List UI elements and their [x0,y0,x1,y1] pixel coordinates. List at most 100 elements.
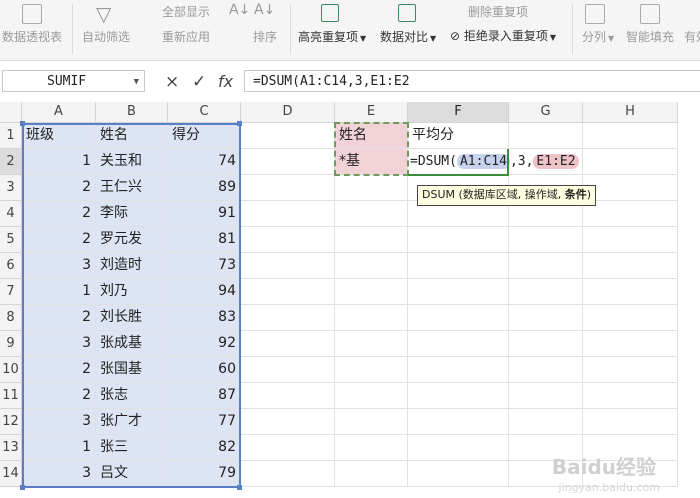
range-handle[interactable] [237,485,242,490]
column-header-b[interactable]: B [96,102,168,123]
cell-a13[interactable]: 1 [22,435,96,461]
confirm-icon[interactable]: ✓ [192,72,206,92]
cell-empty[interactable] [241,123,335,149]
row-header-9[interactable]: 9 [0,331,22,357]
cell-a3[interactable]: 2 [22,175,96,201]
cell-empty[interactable] [335,357,408,383]
column-header-c[interactable]: C [168,102,241,123]
cell-c6[interactable]: 73 [168,253,241,279]
row-header-5[interactable]: 5 [0,227,22,253]
cell-b11[interactable]: 张志 [96,383,168,409]
cell-b9[interactable]: 张成基 [96,331,168,357]
cell-empty[interactable] [241,409,335,435]
range-handle[interactable] [20,485,25,490]
cell-empty[interactable] [408,331,509,357]
reject-duplicate-entry-button[interactable]: ⊘ 拒绝录入重复项 ▼ [450,27,556,44]
cell-empty[interactable] [583,331,678,357]
cell-empty[interactable] [509,409,583,435]
cell-c11[interactable]: 87 [168,383,241,409]
cell-empty[interactable] [241,305,335,331]
cell-empty[interactable] [583,409,678,435]
cell-empty[interactable] [583,149,678,175]
cell-c13[interactable]: 82 [168,435,241,461]
cell-a14[interactable]: 3 [22,461,96,487]
cell-a8[interactable]: 2 [22,305,96,331]
row-header-14[interactable]: 14 [0,461,22,487]
cell-empty[interactable] [335,253,408,279]
cell-empty[interactable] [408,279,509,305]
row-header-1[interactable]: 1 [0,123,22,149]
sort-button[interactable]: 排序 [253,28,277,45]
range-handle[interactable] [20,121,25,126]
cell-empty[interactable] [509,123,583,149]
cell-f2-editing[interactable]: =DSUM(A1:C14,3, E1:E2 [408,149,579,175]
cell-c14[interactable]: 79 [168,461,241,487]
cell-c12[interactable]: 77 [168,409,241,435]
fx-icon[interactable]: fx [218,72,233,91]
cell-a2[interactable]: 1 [22,149,96,175]
cell-empty[interactable] [509,331,583,357]
row-header-6[interactable]: 6 [0,253,22,279]
cell-empty[interactable] [509,227,583,253]
sort-asc-icon[interactable]: A↓ [229,2,250,18]
cell-empty[interactable] [241,357,335,383]
cell-empty[interactable] [583,357,678,383]
filter-icon[interactable]: ▽ [96,2,111,26]
pivot-table-button[interactable]: 数据透视表 [2,28,62,45]
cell-empty[interactable] [335,227,408,253]
cell-empty[interactable] [335,435,408,461]
cell-c2[interactable]: 74 [168,149,241,175]
cell-empty[interactable] [509,253,583,279]
split-column-button[interactable]: 分列 ▼ [582,28,614,45]
cell-empty[interactable] [241,331,335,357]
cell-b6[interactable]: 刘造时 [96,253,168,279]
cell-empty[interactable] [509,357,583,383]
cell-c9[interactable]: 92 [168,331,241,357]
row-header-8[interactable]: 8 [0,305,22,331]
cell-empty[interactable] [335,175,408,201]
cell-empty[interactable] [335,279,408,305]
cell-b12[interactable]: 张广才 [96,409,168,435]
validity-button[interactable]: 有效 [684,28,700,45]
cell-empty[interactable] [241,175,335,201]
flash-fill-icon[interactable] [640,4,660,24]
column-header-d[interactable]: D [241,102,335,123]
highlight-duplicates-icon[interactable] [321,4,339,22]
row-header-11[interactable]: 11 [0,383,22,409]
cell-e1[interactable]: 姓名 [335,123,408,149]
cell-a11[interactable]: 2 [22,383,96,409]
cell-c5[interactable]: 81 [168,227,241,253]
cell-empty[interactable] [408,383,509,409]
cell-empty[interactable] [509,383,583,409]
row-header-12[interactable]: 12 [0,409,22,435]
cell-empty[interactable] [583,279,678,305]
cell-empty[interactable] [241,279,335,305]
column-header-g[interactable]: G [509,102,583,123]
cell-empty[interactable] [509,279,583,305]
cell-empty[interactable] [509,305,583,331]
sort-icon[interactable]: A↓ [254,2,275,18]
cell-empty[interactable] [408,461,509,487]
cell-empty[interactable] [408,253,509,279]
cell-a12[interactable]: 3 [22,409,96,435]
pivot-table-icon[interactable] [22,4,42,24]
reapply-button[interactable]: 重新应用 [162,28,210,45]
cell-c10[interactable]: 60 [168,357,241,383]
cell-empty[interactable] [583,227,678,253]
auto-filter-button[interactable]: 自动筛选 [82,28,130,45]
cell-b1[interactable]: 姓名 [96,123,168,149]
cell-empty[interactable] [335,383,408,409]
chevron-down-icon[interactable]: ▼ [134,71,139,93]
cell-c8[interactable]: 83 [168,305,241,331]
cell-empty[interactable] [335,461,408,487]
cell-empty[interactable] [408,357,509,383]
row-header-13[interactable]: 13 [0,435,22,461]
name-box[interactable]: SUMIF ▼ [2,70,145,92]
cell-empty[interactable] [335,409,408,435]
formula-input[interactable]: =DSUM(A1:C14,3,E1:E2 [244,70,700,92]
remove-duplicates-button[interactable]: 删除重复项 [468,3,528,20]
cell-a9[interactable]: 3 [22,331,96,357]
cell-empty[interactable] [241,201,335,227]
row-header-10[interactable]: 10 [0,357,22,383]
cell-empty[interactable] [241,435,335,461]
